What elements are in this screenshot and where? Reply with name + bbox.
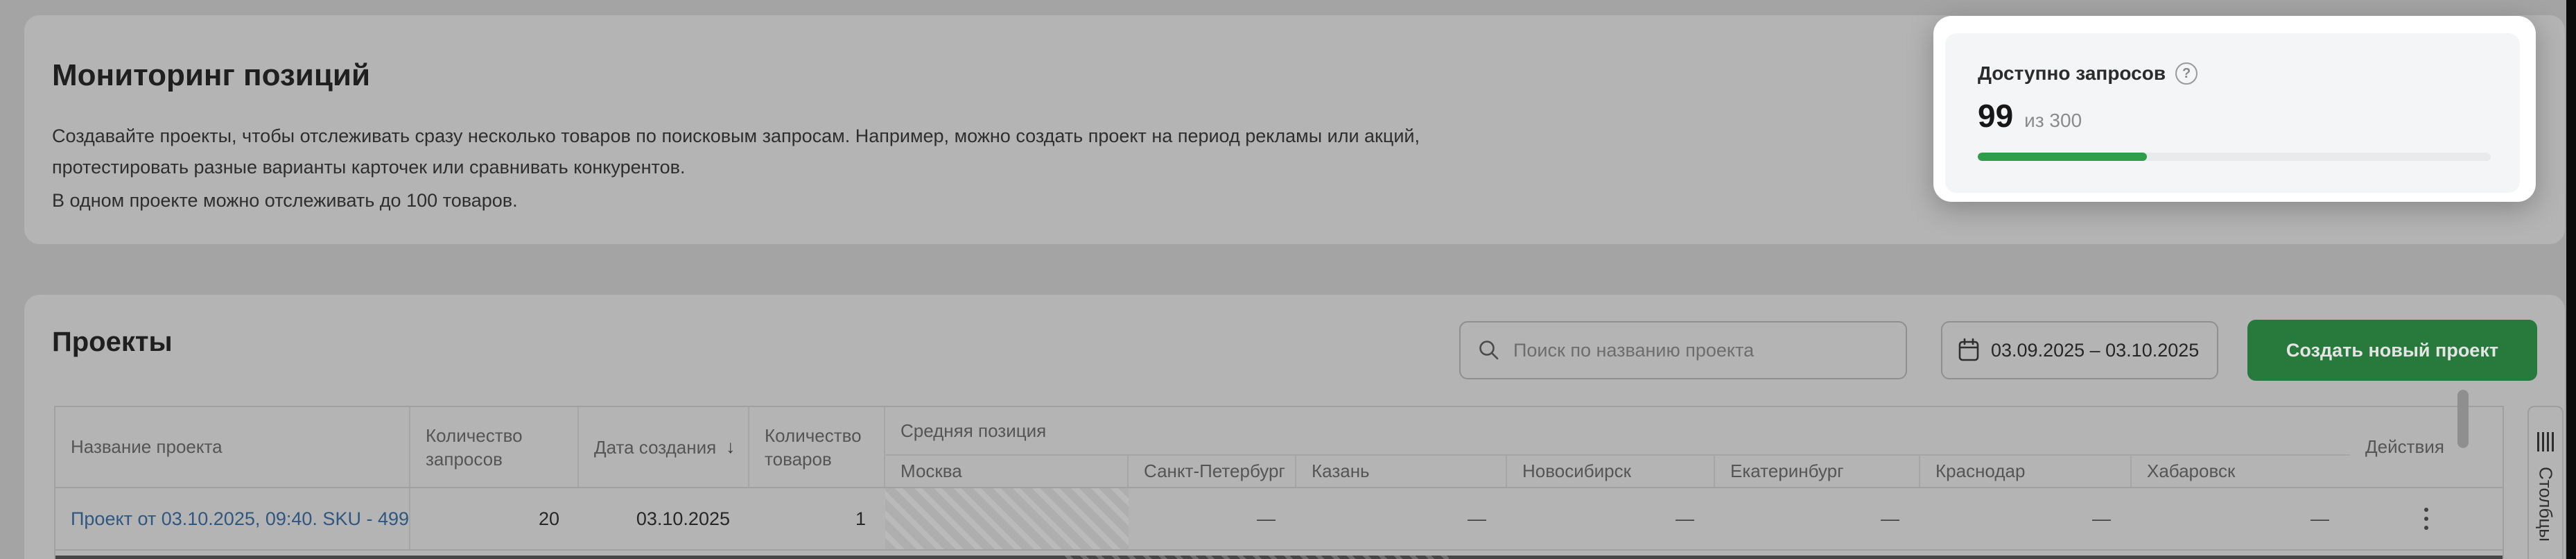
project-link[interactable]: Проект от 03.10.2025, 09:40. SKU - 4993	[71, 508, 410, 530]
date-range-value: 03.09.2025 – 03.10.2025	[1991, 340, 2199, 361]
create-project-button[interactable]: Создать новый проект	[2247, 320, 2537, 381]
hero-description: Создавайте проекты, чтобы отслеживать ср…	[52, 121, 1522, 183]
col-header-city-kazan: Казань	[1296, 456, 1507, 487]
page-title: Мониторинг позиций	[52, 58, 370, 93]
available-requests-total: из 300	[2024, 110, 2082, 132]
position-moscow-skeleton	[885, 488, 1129, 549]
requests-progress-track	[1978, 153, 2491, 161]
col-header-project-name: Название проекта	[55, 407, 410, 487]
calendar-icon	[1958, 338, 1980, 363]
products-count-cell: 1	[749, 488, 885, 549]
columns-tab-label: Столбцы	[2535, 467, 2557, 542]
projects-table: Название проекта Количество запросов Дат…	[54, 406, 2504, 559]
col-header-requests-count: Количество запросов	[410, 407, 579, 487]
sort-desc-icon[interactable]: ↓	[726, 436, 735, 458]
project-name-cell: Проект от 03.10.2025, 09:40. SKU - 4993	[55, 488, 410, 549]
projects-panel: Проекты Поиск по названию проекта 03.09.…	[24, 295, 2565, 559]
search-placeholder: Поиск по названию проекта	[1513, 340, 1754, 361]
window-right-edge	[2566, 0, 2576, 559]
available-requests-value: 99	[1978, 97, 2013, 135]
question-circle-icon[interactable]: ?	[2175, 62, 2198, 85]
col-group-average-position: Средняя позиция	[885, 407, 2350, 456]
table-header: Название проекта Количество запросов Дат…	[55, 407, 2503, 487]
position-krasnodar-cell: —	[1920, 488, 2132, 549]
table-row: Проект от 03.10.2025, 09:40. SKU - 4993 …	[55, 487, 2503, 549]
col-header-city-khabarovsk: Хабаровск	[2132, 456, 2350, 487]
position-spb-cell: —	[1129, 488, 1296, 549]
available-requests-label: Доступно запросов	[1978, 62, 2166, 85]
partial-row-skeleton	[1061, 556, 1449, 559]
actions-cell	[2350, 488, 2503, 549]
col-header-city-ekaterinburg: Екатеринбург	[1715, 456, 1920, 487]
col-header-created-date[interactable]: Дата создания ↓	[579, 407, 749, 487]
position-novosibirsk-cell: —	[1507, 488, 1715, 549]
position-ekaterinburg-cell: —	[1715, 488, 1920, 549]
search-input[interactable]: Поиск по названию проекта	[1459, 321, 1907, 379]
col-header-city-spb: Санкт-Петербург	[1129, 456, 1296, 487]
table-row-partial	[55, 549, 2503, 559]
available-requests-card: Доступно запросов ? 99 из 300	[1933, 16, 2536, 202]
col-header-products-count: Количество товаров	[749, 407, 885, 487]
col-header-city-novosibirsk: Новосибирск	[1507, 456, 1715, 487]
columns-settings-tab[interactable]: Столбцы	[2527, 406, 2564, 559]
requests-progress-fill	[1978, 153, 2147, 161]
projects-title: Проекты	[52, 327, 173, 358]
created-date-cell: 03.10.2025	[579, 488, 749, 549]
search-icon	[1477, 338, 1501, 362]
position-kazan-cell: —	[1296, 488, 1507, 549]
col-header-city-moscow: Москва	[885, 456, 1129, 487]
columns-icon	[2537, 432, 2554, 452]
row-menu-kebab-icon[interactable]	[2417, 501, 2435, 537]
hero-note: В одном проекте можно отслеживать до 100…	[52, 190, 518, 212]
col-header-actions: Действия	[2350, 407, 2503, 487]
col-header-city-krasnodar: Краснодар	[1920, 456, 2132, 487]
date-range-picker[interactable]: 03.09.2025 – 03.10.2025	[1941, 321, 2218, 379]
table-vertical-scrollbar[interactable]	[2457, 390, 2469, 448]
requests-count-cell: 20	[410, 488, 579, 549]
available-requests-inner: Доступно запросов ? 99 из 300	[1945, 33, 2520, 193]
position-khabarovsk-cell: —	[2132, 488, 2350, 549]
